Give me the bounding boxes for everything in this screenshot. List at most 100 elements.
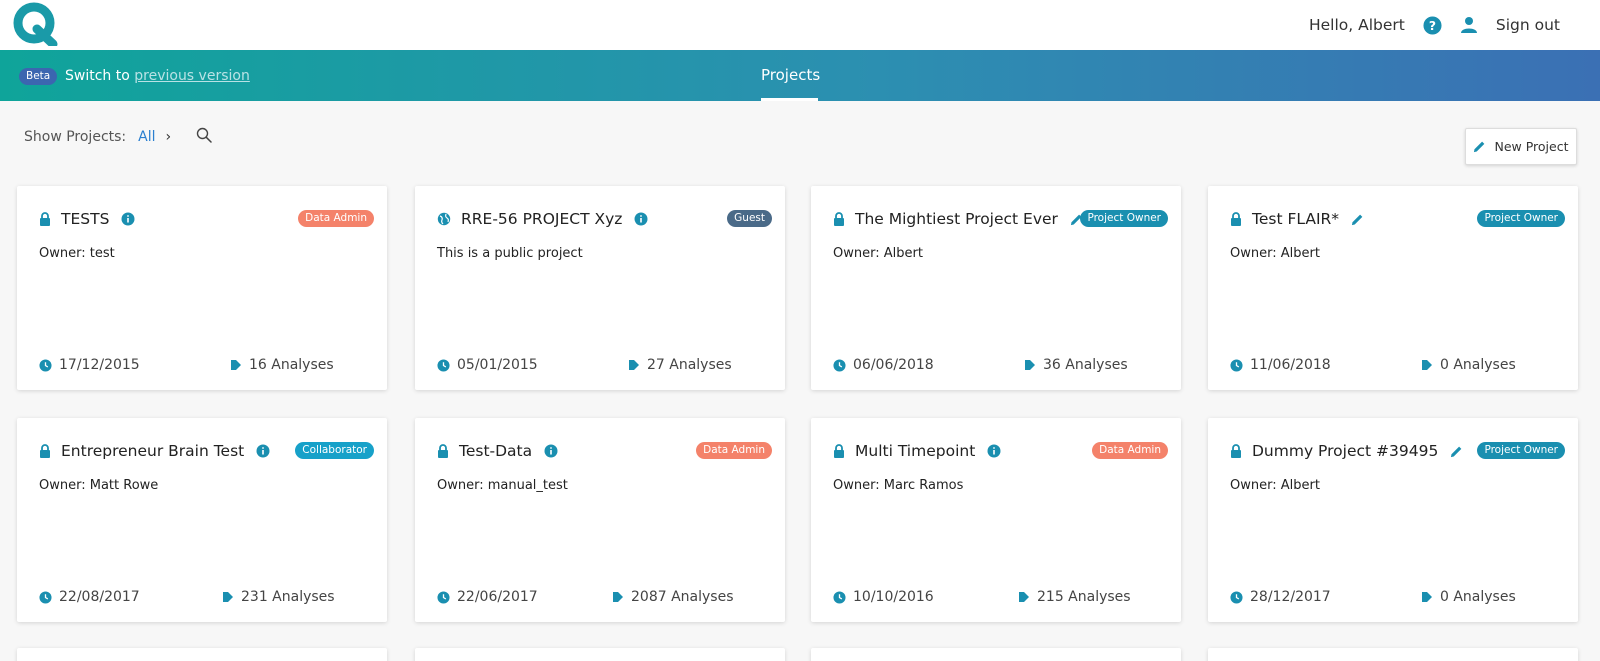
card-title-row: RRE-56 PROJECT Xyz [437, 210, 648, 228]
card-date: 28/12/2017 [1230, 589, 1331, 605]
project-card-partial[interactable] [1208, 648, 1578, 661]
card-analyses: 2087 Analyses [612, 589, 733, 605]
tab-projects[interactable]: Projects [761, 50, 820, 101]
clock-icon [833, 358, 853, 372]
clock-icon [437, 358, 457, 372]
analysis-icon [1421, 359, 1440, 371]
role-badge: Guest [727, 210, 772, 227]
project-card[interactable]: RRE-56 PROJECT Xyz Guest This is a public … [415, 186, 785, 390]
beta-badge: Beta [19, 68, 58, 85]
switch-prefix: Switch to [65, 68, 130, 84]
card-date-value: 06/06/2018 [853, 357, 934, 373]
top-bar: Hello, Albert ? Sign out [0, 0, 1600, 50]
project-card[interactable]: Dummy Project #39495 Project Owner Owner: … [1208, 418, 1578, 622]
card-title[interactable]: Dummy Project #39495 [1252, 442, 1438, 460]
card-title[interactable]: The Mightiest Project Ever [855, 210, 1058, 228]
info-icon[interactable] [121, 212, 135, 226]
card-owner: Owner: Albert [1230, 246, 1320, 261]
card-title[interactable]: Entrepreneur Brain Test [61, 442, 244, 460]
card-title[interactable]: Multi Timepoint [855, 442, 975, 460]
filter-label: Show Projects: [24, 129, 127, 145]
switch-version-text: Switch to previous version [65, 66, 250, 86]
card-title-row: Multi Timepoint [833, 442, 1001, 460]
project-card-partial[interactable] [811, 648, 1181, 661]
card-date: 22/06/2017 [437, 589, 538, 605]
card-analyses-count: 27 Analyses [647, 357, 732, 373]
card-analyses-count: 0 Analyses [1440, 357, 1516, 373]
chevron-right-icon[interactable]: › [166, 129, 172, 145]
filter-value-all[interactable]: All [138, 129, 155, 145]
pencil-icon[interactable] [1351, 213, 1364, 226]
card-title[interactable]: TESTS [61, 210, 109, 228]
project-card-partial[interactable] [415, 648, 785, 661]
card-title-row: Test-Data [437, 442, 558, 460]
clock-icon [437, 590, 457, 604]
greeting: Hello, Albert [1308, 16, 1405, 34]
card-owner: Owner: Marc Ramos [833, 478, 964, 493]
card-analyses-count: 231 Analyses [241, 589, 335, 605]
card-date: 10/10/2016 [833, 589, 934, 605]
clock-icon [833, 590, 853, 604]
previous-version-link[interactable]: previous version [134, 68, 250, 84]
card-owner: Owner: Albert [833, 246, 923, 261]
info-icon[interactable] [544, 444, 558, 458]
card-title-row: Test FLAIR* [1230, 210, 1364, 228]
card-title[interactable]: Test-Data [459, 442, 532, 460]
card-date: 05/01/2015 [437, 357, 538, 373]
card-date: 17/12/2015 [39, 357, 140, 373]
analysis-icon [222, 591, 241, 603]
card-owner: This is a public project [437, 246, 583, 261]
help-icon[interactable]: ? [1423, 15, 1442, 35]
clock-icon [1230, 590, 1250, 604]
new-project-label: New Project [1494, 139, 1569, 154]
info-icon[interactable] [634, 212, 648, 226]
card-title-row: Dummy Project #39495 [1230, 442, 1463, 460]
card-analyses-count: 36 Analyses [1043, 357, 1128, 373]
app-logo[interactable] [13, 2, 59, 46]
card-owner: Owner: manual_test [437, 478, 568, 493]
info-icon[interactable] [987, 444, 1001, 458]
lock-icon [437, 444, 449, 458]
lock-icon [833, 444, 845, 458]
project-card[interactable]: Test FLAIR* Project Owner Owner: Albert 11/… [1208, 186, 1578, 390]
lock-icon [39, 444, 51, 458]
card-date-value: 11/06/2018 [1250, 357, 1331, 373]
card-analyses-count: 16 Analyses [249, 357, 334, 373]
card-title[interactable]: Test FLAIR* [1252, 210, 1339, 228]
card-date-value: 28/12/2017 [1250, 589, 1331, 605]
project-card[interactable]: Multi Timepoint Data Admin Owner: Marc Ram… [811, 418, 1181, 622]
analysis-icon [1024, 359, 1043, 371]
project-card[interactable]: TESTS Data Admin Owner: test 17/12/2015 16 A… [17, 186, 387, 390]
lock-icon [833, 212, 845, 226]
sign-out-link[interactable]: Sign out [1496, 16, 1560, 34]
role-badge: Project Owner [1080, 210, 1168, 227]
analysis-icon [628, 359, 647, 371]
globe-icon [437, 212, 451, 226]
project-card[interactable]: Test-Data Data Admin Owner: manual_test 22/… [415, 418, 785, 622]
nav-banner: Beta Switch to previous version Projects [0, 50, 1600, 101]
search-icon[interactable] [196, 127, 212, 147]
card-analyses-count: 215 Analyses [1037, 589, 1131, 605]
project-card-partial[interactable] [17, 648, 387, 661]
card-owner: Owner: Matt Rowe [39, 478, 159, 493]
card-date-value: 05/01/2015 [457, 357, 538, 373]
card-title[interactable]: RRE-56 PROJECT Xyz [461, 210, 622, 228]
project-card[interactable]: The Mightiest Project Ever Project Owner O… [811, 186, 1181, 390]
role-badge: Data Admin [298, 210, 374, 227]
analysis-icon [230, 359, 249, 371]
role-badge: Data Admin [1092, 442, 1168, 459]
info-icon[interactable] [256, 444, 270, 458]
card-title-row: TESTS [39, 210, 135, 228]
new-project-button[interactable]: New Project [1465, 128, 1577, 165]
role-badge: Data Admin [696, 442, 772, 459]
card-analyses-count: 2087 Analyses [631, 589, 734, 605]
project-card[interactable]: Entrepreneur Brain Test Collaborator Owner… [17, 418, 387, 622]
user-icon[interactable] [1460, 16, 1478, 34]
pencil-icon[interactable] [1450, 445, 1463, 458]
role-badge: Collaborator [295, 442, 374, 459]
analysis-icon [1421, 591, 1440, 603]
lock-icon [1230, 444, 1242, 458]
card-title-row: The Mightiest Project Ever [833, 210, 1083, 228]
clock-icon [39, 590, 59, 604]
lock-icon [39, 212, 51, 226]
